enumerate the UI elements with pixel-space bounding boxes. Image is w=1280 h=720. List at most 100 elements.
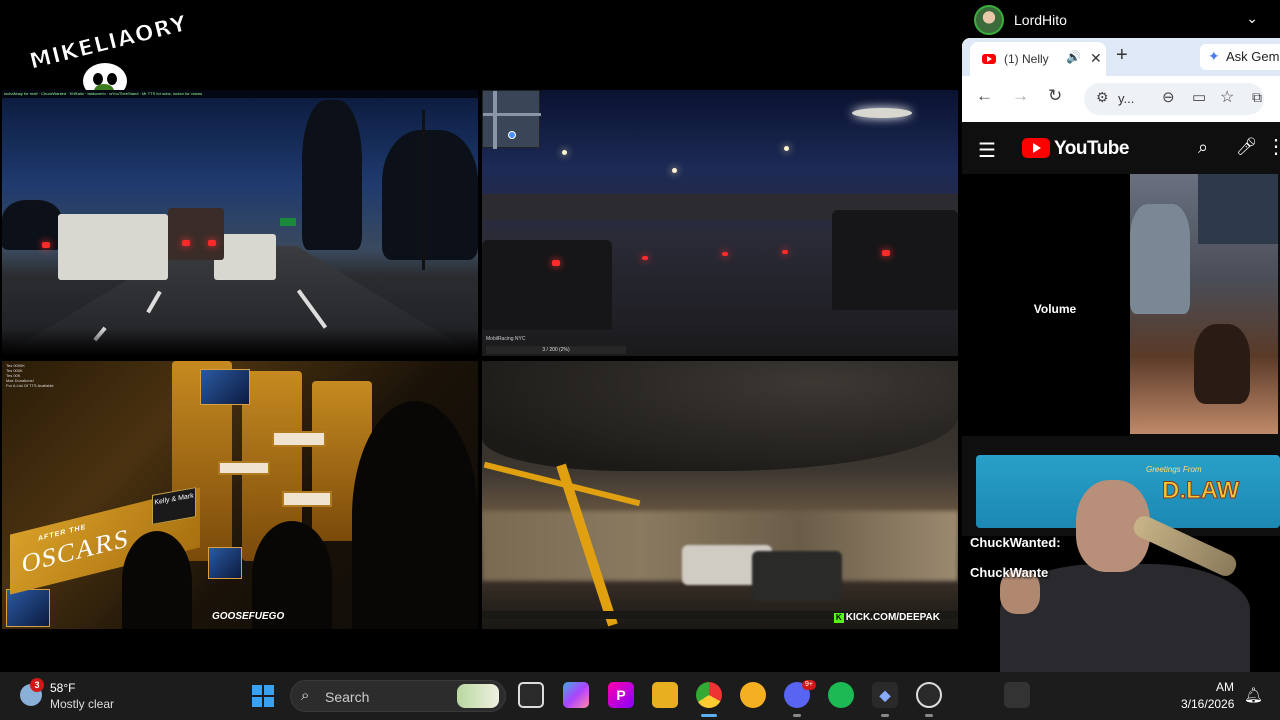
- stage-screen: [282, 491, 332, 507]
- notification-bell-icon[interactable]: 🔔︎: [1244, 686, 1263, 704]
- back-button[interactable]: ←: [976, 86, 993, 106]
- chrome-icon[interactable]: [696, 682, 722, 708]
- browser-profile-bar: LordHito ⌄: [962, 0, 1280, 38]
- discord-indicator: [793, 714, 801, 717]
- auto-rickshaw: [752, 551, 842, 601]
- search-icon[interactable]: ⌕: [1198, 137, 1208, 158]
- tab-strip: (1) Nelly 🔊 ✕ + ✦ Ask Gem: [962, 38, 1280, 76]
- youtube-wordmark[interactable]: YouTube: [1054, 138, 1129, 160]
- tab-youtube[interactable]: (1) Nelly 🔊 ✕: [970, 42, 1106, 76]
- youtube-favicon-icon: [982, 54, 996, 64]
- search-icon: ⌕: [301, 687, 310, 704]
- ask-gemini-button[interactable]: ✦ Ask Gem: [1200, 44, 1280, 70]
- tail-light: [642, 256, 648, 260]
- overhead-light: [852, 108, 912, 118]
- rickshaw-stream-tile[interactable]: K KICK.COM/DEEPAK: [482, 361, 958, 629]
- chrome-active-indicator: [701, 714, 717, 717]
- zoom-icon[interactable]: ⊖: [1162, 88, 1175, 106]
- dog: [1194, 324, 1250, 404]
- copilot-icon[interactable]: [563, 682, 589, 708]
- address-bar[interactable]: ⚙ y... ⊖ ▭ ☆ ⧉: [1084, 83, 1264, 115]
- video-thumbnail[interactable]: [1130, 174, 1278, 434]
- tree: [382, 130, 478, 260]
- streamer-tag: GOOSEFUEGO: [212, 611, 285, 622]
- discord-notification-badge: 9+: [802, 680, 816, 690]
- highway-sign: [280, 218, 296, 226]
- weather-temperature[interactable]: 58°F: [50, 681, 75, 695]
- tts-list-item: For A List Of TTS Available: [6, 383, 54, 388]
- sun-app-icon[interactable]: [740, 682, 766, 708]
- banner-greeting: Greetings From: [1146, 465, 1202, 474]
- tail-light: [208, 240, 216, 246]
- task-view-icon[interactable]: [518, 682, 544, 708]
- windows-logo-icon: [264, 697, 274, 707]
- highway-stream-tile[interactable]: lochaNnay for real! · ChuckWanted · KhRa…: [2, 90, 478, 356]
- app-icon[interactable]: [1004, 682, 1030, 708]
- start-button[interactable]: [252, 685, 274, 707]
- video-screen: [208, 547, 242, 579]
- tab-title: (1) Nelly: [1004, 52, 1049, 66]
- palm-tree: [302, 100, 362, 250]
- tts-list: Tes 0000K Tes 000K Tes 00K Max Donations…: [6, 363, 54, 388]
- chat-username: ChuckWanted:: [970, 535, 1061, 550]
- street-light: [672, 168, 677, 173]
- map-road: [483, 113, 541, 116]
- clock-date[interactable]: 3/16/2026: [1181, 697, 1234, 711]
- stage-screen: [218, 461, 270, 475]
- forward-button[interactable]: →: [1012, 86, 1029, 106]
- oscars-stream-tile[interactable]: AFTER THE OSCARS Kelly & Mark Tes 0000K …: [2, 361, 478, 629]
- cast-icon[interactable]: ▭: [1192, 88, 1206, 106]
- tail-light: [552, 260, 560, 266]
- street-light: [562, 150, 567, 155]
- extensions-icon[interactable]: ⧉: [1252, 89, 1262, 106]
- app-indicator: [881, 714, 889, 717]
- weather-description[interactable]: Mostly clear: [50, 697, 114, 711]
- ask-gemini-label: Ask Gem: [1226, 49, 1280, 64]
- close-tab-button[interactable]: ✕: [1090, 50, 1102, 67]
- light-pole: [422, 110, 425, 270]
- windows-logo-icon: [252, 685, 262, 695]
- picsart-icon[interactable]: P: [608, 682, 634, 708]
- more-icon[interactable]: ⋮: [1266, 134, 1280, 159]
- stream-progress: 3 / 200 (2%): [486, 346, 626, 354]
- site-settings-icon[interactable]: ⚙: [1096, 89, 1109, 106]
- windows-logo-icon: [252, 697, 262, 707]
- kick-url: KICK.COM/DEEPAK: [845, 612, 940, 623]
- audience-member: [352, 401, 478, 629]
- chat-ticker: lochaNnay for real! · ChuckWanted · KhRa…: [2, 90, 478, 98]
- chevron-down-icon[interactable]: ⌄: [1246, 10, 1258, 27]
- taskbar-search[interactable]: ⌕ Search: [290, 680, 506, 712]
- new-tab-button[interactable]: +: [1116, 44, 1128, 67]
- obs-icon[interactable]: [916, 682, 942, 708]
- white-truck: [58, 214, 168, 280]
- tail-light: [182, 240, 190, 246]
- bookmark-star-icon[interactable]: ☆: [1220, 87, 1234, 107]
- clock-time[interactable]: AM: [1216, 680, 1234, 694]
- microphone-icon[interactable]: 🎤︎: [1236, 137, 1258, 157]
- rickshaw-canopy: [482, 361, 958, 471]
- youtube-header: ☰ YouTube ⌕ 🎤︎ ⋮: [962, 122, 1280, 174]
- location-marker-icon: [508, 131, 516, 139]
- overpass-stream-tile[interactable]: MobilRacing NYC 3 / 200 (2%): [482, 90, 958, 356]
- speaker-icon[interactable]: 🔊: [1066, 50, 1081, 64]
- dashboard: [2, 328, 478, 356]
- youtube-logo-icon[interactable]: [1022, 138, 1050, 158]
- map-road: [493, 91, 497, 149]
- streamlabs-icon[interactable]: ◆: [872, 682, 898, 708]
- weather-alert-badge: 3: [30, 678, 44, 692]
- chat-username: ChuckWante: [970, 565, 1049, 580]
- tail-light: [782, 250, 788, 254]
- dark-car: [482, 240, 612, 330]
- volume-label: Volume: [1033, 302, 1077, 316]
- avatar[interactable]: [974, 5, 1004, 35]
- menu-icon[interactable]: ☰: [978, 138, 996, 163]
- streamer-webcam: [980, 480, 1270, 680]
- shelf: [1198, 174, 1278, 244]
- tail-light: [882, 250, 890, 256]
- search-label: Search: [325, 689, 370, 705]
- file-explorer-icon[interactable]: [652, 682, 678, 708]
- spotify-icon[interactable]: [828, 682, 854, 708]
- address-text: y...: [1118, 91, 1135, 106]
- stage-screen: [272, 431, 326, 447]
- reload-button[interactable]: ↻: [1048, 86, 1062, 106]
